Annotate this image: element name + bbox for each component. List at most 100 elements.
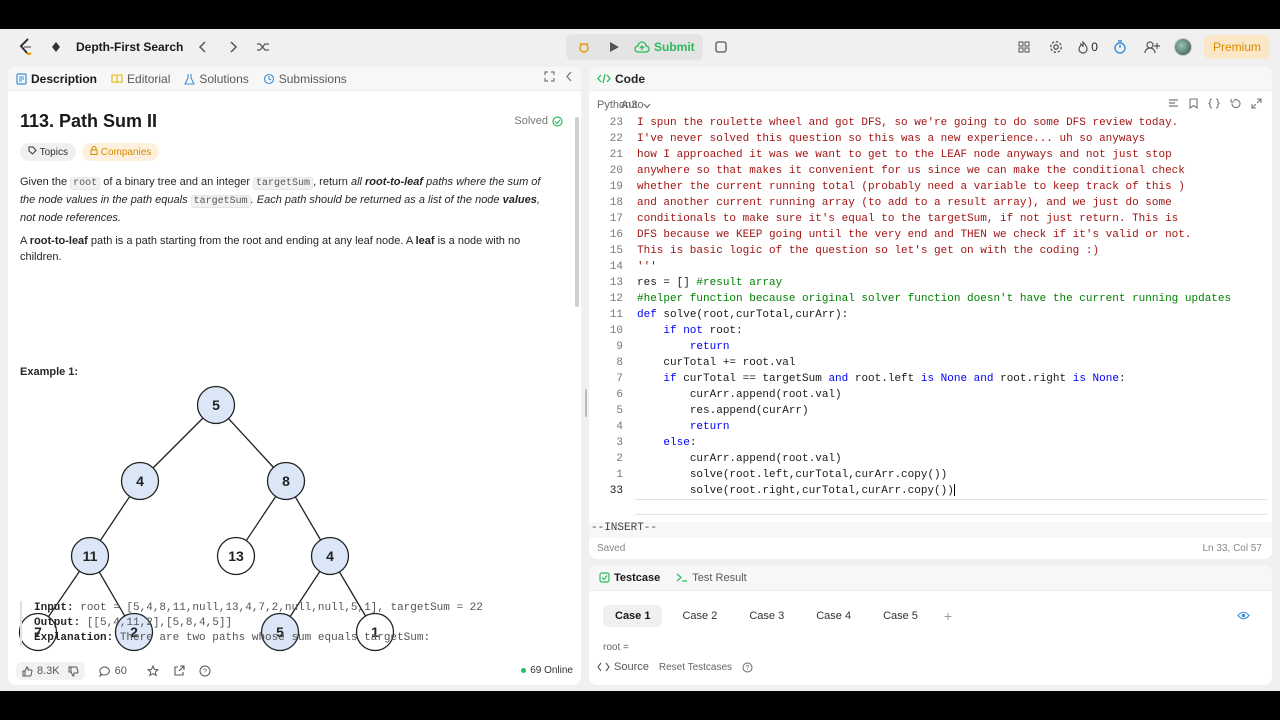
- case-2-button[interactable]: Case 2: [670, 605, 729, 627]
- language-select[interactable]: Python3 Auto: [597, 99, 651, 111]
- line-text: curArr.append(root.val): [689, 453, 842, 465]
- premium-button[interactable]: Premium: [1203, 35, 1270, 59]
- line-number: 1: [616, 469, 623, 481]
- line-number: 22: [609, 133, 623, 145]
- line-number: 23: [609, 117, 623, 129]
- history-icon: [263, 73, 274, 84]
- tab-solutions[interactable]: Solutions: [184, 72, 249, 86]
- add-case-button[interactable]: +: [938, 606, 958, 626]
- tab-description[interactable]: Description: [16, 72, 97, 86]
- notes-icon[interactable]: [711, 37, 731, 57]
- description-scrollbar[interactable]: [575, 117, 579, 307]
- add-friend-icon[interactable]: [1142, 37, 1162, 57]
- root-param-label: root =: [603, 642, 629, 653]
- description-footer: 8.3K 60 ? 69 Online: [8, 657, 581, 685]
- line-text: res.append(curArr): [689, 405, 809, 417]
- line-number: 7: [616, 373, 623, 385]
- topics-tag[interactable]: Topics: [20, 143, 76, 161]
- line-text: DFS because we KEEP going until the very…: [637, 229, 1192, 241]
- thumbs-down-icon[interactable]: [68, 666, 79, 677]
- editor-toolbar: Python3 Auto: [589, 93, 1272, 117]
- line-number: 21: [609, 149, 623, 161]
- vertical-split-handle[interactable]: [585, 389, 587, 417]
- thumbs-up-icon[interactable]: [22, 665, 33, 677]
- braces-icon[interactable]: [1208, 98, 1220, 112]
- reset-icon[interactable]: [1230, 98, 1241, 112]
- code-line: 5 res.append(curArr): [589, 403, 1272, 419]
- tree-node-label: 4: [326, 548, 334, 564]
- line-text: solve(root.right,curTotal,curArr.copy()): [689, 484, 955, 497]
- layout-icon[interactable]: [1014, 37, 1034, 57]
- leaf-definition: A root-to-leaf path is a path starting f…: [20, 235, 521, 263]
- code-line: 7 if curTotal == targetSum and root.left…: [589, 371, 1272, 387]
- next-problem-icon[interactable]: [223, 37, 243, 57]
- prev-problem-icon[interactable]: [193, 37, 213, 57]
- source-button[interactable]: Source: [597, 661, 649, 673]
- tab-submissions[interactable]: Submissions: [263, 72, 347, 86]
- debug-icon[interactable]: [574, 37, 594, 57]
- code-line: 6 curArr.append(root.val): [589, 387, 1272, 403]
- avatar[interactable]: [1173, 38, 1192, 56]
- maximize-icon[interactable]: [544, 71, 555, 85]
- line-number: 6: [616, 389, 623, 401]
- settings-gear-icon[interactable]: [1046, 37, 1066, 57]
- line-number: 10: [609, 325, 623, 337]
- run-icon[interactable]: [604, 37, 624, 57]
- reset-testcases-button[interactable]: Reset Testcases: [659, 662, 732, 673]
- code-line: 13 res = [] #result array: [589, 275, 1272, 291]
- problem-statement: Given the root of a binary tree and an i…: [20, 176, 541, 224]
- case-5-button[interactable]: Case 5: [871, 605, 930, 627]
- code-line: 3 else:: [589, 435, 1272, 451]
- case-1-button[interactable]: Case 1: [603, 605, 663, 627]
- share-icon[interactable]: [173, 665, 185, 677]
- line-number: 12: [609, 293, 623, 305]
- bookmark-icon[interactable]: [1189, 98, 1198, 112]
- code-icon: [597, 662, 610, 672]
- tab-testcase[interactable]: Testcase: [599, 572, 660, 584]
- case-3-button[interactable]: Case 3: [737, 605, 796, 627]
- code-line: 17 conditionals to make sure it's equal t…: [589, 211, 1272, 227]
- line-text: curArr.append(root.val): [689, 389, 842, 401]
- line-text: whether the current running total (proba…: [637, 181, 1185, 193]
- timer-icon[interactable]: [1110, 37, 1130, 57]
- line-number: 17: [609, 213, 623, 225]
- line-number: 15: [609, 245, 623, 257]
- cloud-upload-icon: [634, 41, 650, 53]
- streak-counter[interactable]: 0: [1078, 40, 1098, 54]
- problem-list-title[interactable]: Depth-First Search: [76, 40, 183, 54]
- tab-editorial[interactable]: Editorial: [111, 72, 170, 86]
- like-dislike-group: 8.3K: [16, 662, 85, 680]
- help-icon[interactable]: ?: [742, 662, 753, 673]
- star-icon[interactable]: [146, 665, 159, 677]
- comments-button[interactable]: 60: [98, 665, 127, 677]
- expand-icon[interactable]: [1251, 98, 1262, 112]
- code-line: 10 if not root:: [589, 323, 1272, 339]
- line-number: 20: [609, 165, 623, 177]
- code-line: 33 solve(root.right,curTotal,curArr.copy…: [589, 483, 1272, 499]
- code-line: 1 solve(root.left,curTotal,curArr.copy()…: [589, 467, 1272, 483]
- collapse-icon[interactable]: [565, 71, 573, 85]
- format-icon[interactable]: [1168, 98, 1179, 112]
- shuffle-icon[interactable]: [253, 37, 273, 57]
- line-text: ''': [637, 261, 657, 273]
- code-tab[interactable]: Code: [589, 67, 1272, 91]
- line-text: return: [689, 421, 730, 433]
- tab-test-result[interactable]: Test Result: [676, 572, 747, 584]
- submit-button[interactable]: Submit: [634, 40, 695, 54]
- case-4-button[interactable]: Case 4: [804, 605, 863, 627]
- line-text: return: [689, 341, 730, 353]
- code-editor[interactable]: 23 I spun the roulette wheel and got DFS,…: [589, 115, 1272, 515]
- eye-icon[interactable]: [1237, 609, 1250, 623]
- problem-list-icon: [46, 37, 66, 57]
- online-indicator: 69 Online: [521, 665, 573, 676]
- code-line: 9 return: [589, 339, 1272, 355]
- companies-tag[interactable]: Companies: [81, 143, 160, 161]
- line-number: 11: [609, 309, 623, 321]
- terminal-icon: [676, 573, 688, 582]
- leetcode-logo-icon[interactable]: [16, 37, 36, 57]
- help-icon[interactable]: ?: [199, 665, 211, 677]
- lock-icon: [90, 146, 98, 155]
- checkbox-icon: [599, 572, 610, 583]
- line-number: 16: [609, 229, 623, 241]
- line-number: 33: [609, 485, 623, 497]
